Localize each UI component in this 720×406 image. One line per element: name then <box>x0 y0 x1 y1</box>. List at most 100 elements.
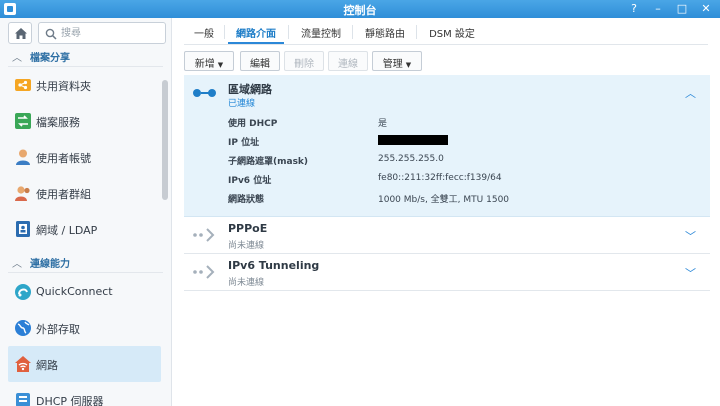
chevron-down-icon[interactable]: ﹀ <box>685 228 696 244</box>
detail-value: fe80::211:32ff:fecc:f139/64 <box>378 173 502 183</box>
home-icon <box>15 28 27 39</box>
sidebar-item-label: DHCP 伺服器 <box>36 395 104 406</box>
detail-row: 子網路遮罩(mask) 255.255.255.0 <box>228 154 698 170</box>
detail-value <box>378 135 448 148</box>
network-home-icon <box>15 356 31 372</box>
sidebar-item-file-services[interactable]: 檔案服務 <box>8 103 161 139</box>
interface-status: 尚未連線 <box>228 241 265 251</box>
home-button[interactable] <box>8 22 32 44</box>
interface-status: 已連線 <box>228 99 256 109</box>
detail-row: 網路狀態 1000 Mb/s, 全雙工, MTU 1500 <box>228 192 698 208</box>
window-title: 控制台 <box>343 4 377 17</box>
dhcp-server-icon <box>16 393 30 406</box>
redacted-ip-block <box>378 135 448 145</box>
detail-row: IP 位址 <box>228 135 698 151</box>
file-services-icon <box>15 113 31 129</box>
detail-row: 使用 DHCP 是 <box>228 116 698 132</box>
sidebar-item-label: 使用者帳號 <box>36 152 91 165</box>
sidebar-item-network[interactable]: 網路 <box>8 346 161 382</box>
help-button[interactable]: ? <box>626 1 642 17</box>
chevron-up-icon[interactable]: ︿ <box>685 85 696 101</box>
shared-folder-icon <box>15 79 31 91</box>
dropdown-caret-icon: ▼ <box>217 61 224 69</box>
sidebar-item-group[interactable]: 使用者群組 <box>8 175 161 211</box>
sidebar-item-label: 使用者群組 <box>36 188 91 201</box>
user-icon <box>16 149 30 165</box>
quickconnect-icon <box>15 284 31 300</box>
connected-interface-icon <box>193 89 216 97</box>
tab-general[interactable]: 一般 <box>184 20 224 44</box>
sidebar-scrollbar[interactable] <box>162 80 168 200</box>
interface-name: PPPoE <box>228 222 268 235</box>
detail-value: 255.255.255.0 <box>378 154 444 164</box>
section-connectivity[interactable]: ︿ 連線能力 <box>0 251 164 271</box>
connect-button[interactable]: 連線 <box>328 51 368 71</box>
create-button[interactable]: 新增 ▼ <box>184 51 234 71</box>
interface-status: 尚未連線 <box>228 278 265 288</box>
search-input[interactable] <box>61 25 161 41</box>
tab-separator <box>352 25 353 39</box>
sidebar-top-bar <box>8 22 166 44</box>
create-label: 新增 <box>194 59 215 70</box>
chevron-up-icon: ︿ <box>12 53 22 64</box>
maximize-button[interactable]: □ <box>674 1 690 17</box>
detail-key: 網路狀態 <box>228 195 265 205</box>
tab-network-interface[interactable]: 網路介面 <box>228 20 284 44</box>
interface-item-pppoe[interactable]: PPPoE 尚未連線 ﹀ <box>184 217 710 254</box>
sidebar-item-dhcp-server[interactable]: DHCP 伺服器 <box>8 382 161 406</box>
tab-underline <box>184 44 708 45</box>
sidebar-item-user[interactable]: 使用者帳號 <box>8 139 161 175</box>
detail-row: IPv6 位址 fe80::211:32ff:fecc:f139/64 <box>228 173 698 189</box>
detail-key: 使用 DHCP <box>228 119 278 129</box>
section-label: 檔案分享 <box>30 53 70 64</box>
detail-key: 子網路遮罩(mask) <box>228 157 309 167</box>
domain-ldap-icon <box>16 221 30 237</box>
detail-value: 1000 Mb/s, 全雙工, MTU 1500 <box>378 195 510 205</box>
group-icon <box>15 186 30 201</box>
sidebar-item-quickconnect[interactable]: QuickConnect <box>8 274 161 310</box>
section-file-sharing[interactable]: ︿ 檔案分享 <box>0 45 164 65</box>
section-label: 連線能力 <box>30 259 70 270</box>
main-panel: 一般 網路介面 流量控制 靜態路由 DSM 設定 新增 ▼ 編輯 刪除 連線 管理… <box>172 18 720 406</box>
sidebar-item-label: QuickConnect <box>36 285 113 298</box>
sidebar-item-label: 檔案服務 <box>36 116 80 129</box>
dropdown-caret-icon: ▼ <box>405 61 412 69</box>
chevron-up-icon: ︿ <box>12 259 22 270</box>
sidebar-item-domain-ldap[interactable]: 網域 / LDAP <box>8 211 161 247</box>
divider <box>8 272 163 273</box>
interface-name: 區域網路 <box>228 83 272 96</box>
detail-value: 是 <box>378 119 388 129</box>
disconnected-interface-icon <box>193 265 215 279</box>
search-box <box>38 22 166 44</box>
globe-icon <box>15 320 31 336</box>
edit-button[interactable]: 編輯 <box>240 51 280 71</box>
interface-item-lan[interactable]: 區域網路 已連線 ︿ 使用 DHCP 是 IP 位址 子網路遮罩(mask) 2… <box>184 75 710 217</box>
sidebar-item-external-access[interactable]: 外部存取 <box>8 310 161 346</box>
tab-dsm-settings[interactable]: DSM 設定 <box>420 20 484 44</box>
delete-button[interactable]: 刪除 <box>284 51 324 71</box>
sidebar-nav: ︿ 檔案分享 共用資料夾 檔案服務 使用者帳號 使用者群組 網域 / LDAP … <box>0 44 166 406</box>
minimize-button[interactable]: – <box>650 1 666 17</box>
interface-item-ipv6-tunneling[interactable]: IPv6 Tunneling 尚未連線 ﹀ <box>184 254 710 291</box>
manage-button[interactable]: 管理 ▼ <box>372 51 422 71</box>
sidebar: ︿ 檔案分享 共用資料夾 檔案服務 使用者帳號 <box>0 18 172 406</box>
interface-name: IPv6 Tunneling <box>228 259 320 272</box>
tab-separator <box>224 25 225 39</box>
tab-traffic-control[interactable]: 流量控制 <box>292 20 350 44</box>
sidebar-item-label: 網域 / LDAP <box>36 224 98 237</box>
sidebar-item-shared-folder[interactable]: 共用資料夾 <box>8 67 161 103</box>
tab-separator <box>416 25 417 39</box>
sidebar-item-label: 網路 <box>36 359 58 372</box>
manage-label: 管理 <box>382 59 403 70</box>
window-titlebar: 控制台 ? – □ ✕ <box>0 0 720 18</box>
sidebar-item-label: 外部存取 <box>36 323 80 336</box>
close-button[interactable]: ✕ <box>698 1 714 17</box>
tab-separator <box>288 25 289 39</box>
sidebar-item-label: 共用資料夾 <box>36 80 91 93</box>
detail-key: IP 位址 <box>228 138 260 148</box>
search-icon <box>45 28 57 40</box>
detail-key: IPv6 位址 <box>228 176 272 186</box>
tab-static-route[interactable]: 靜態路由 <box>356 20 414 44</box>
chevron-down-icon[interactable]: ﹀ <box>685 265 696 281</box>
disconnected-interface-icon <box>193 228 215 242</box>
